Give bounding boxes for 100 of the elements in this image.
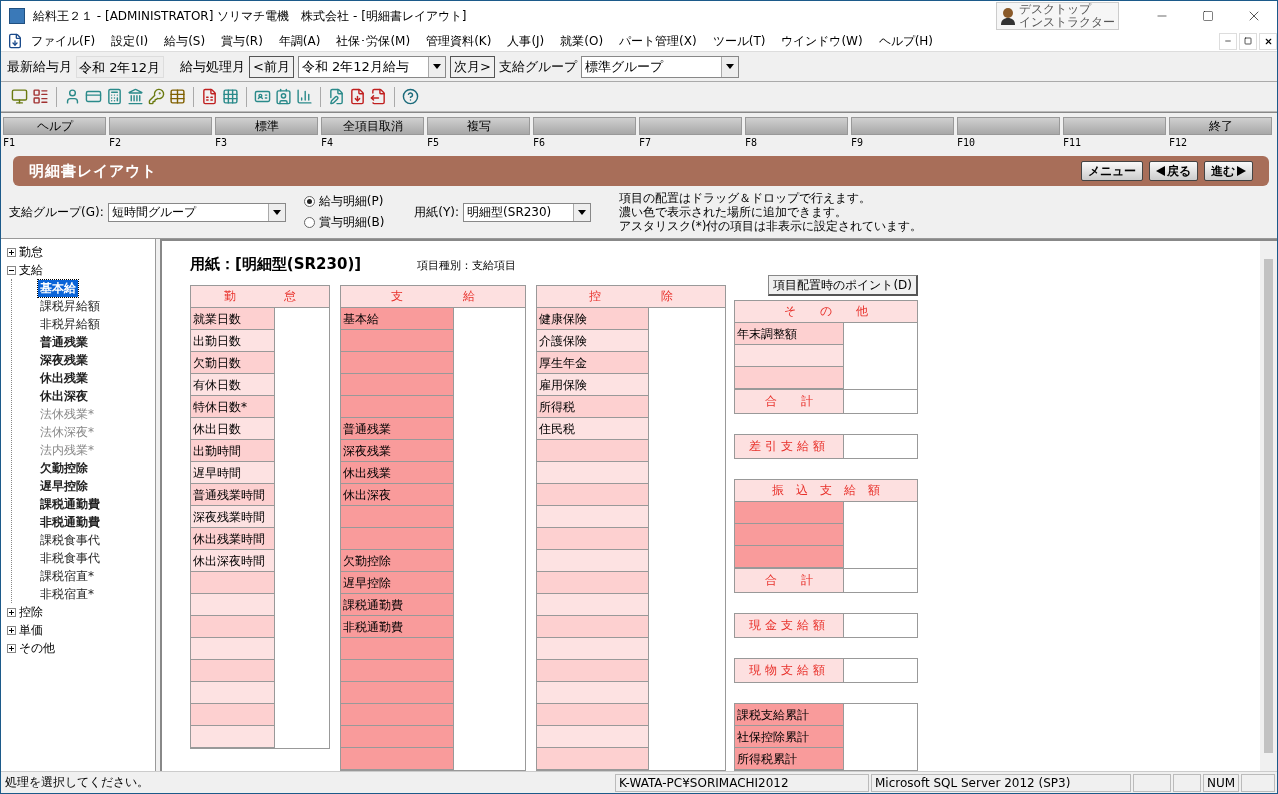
period-dropdown[interactable]: 令和 2年12月給与 [297, 55, 446, 78]
tree-item[interactable]: 深夜残業 [38, 351, 90, 369]
nav-button[interactable]: メニュー [1081, 161, 1143, 181]
tree-item[interactable]: 控除 [7, 603, 155, 621]
group-dropdown[interactable]: 短時間グループ [107, 202, 286, 222]
expand-icon[interactable] [7, 607, 16, 617]
list-icon[interactable] [32, 88, 49, 105]
key-label: F3 [215, 137, 229, 148]
close-button[interactable] [1259, 32, 1277, 50]
minimize-icon [1224, 37, 1232, 45]
tree-item[interactable]: 勤怠 [7, 243, 155, 261]
function-key-button[interactable] [639, 117, 742, 135]
file-download-icon[interactable] [349, 88, 366, 105]
app-menu-icon[interactable] [7, 33, 23, 49]
vertical-scrollbar[interactable] [1260, 241, 1277, 771]
nav-button[interactable]: 戻る [1149, 161, 1198, 181]
function-key-button[interactable]: 複写 [427, 117, 530, 135]
menu-item[interactable]: ヘルプ(H) [870, 32, 942, 50]
help-icon[interactable] [402, 88, 419, 105]
menu-item[interactable]: 就業(O) [552, 32, 612, 50]
function-key-button[interactable]: ヘルプ [3, 117, 106, 135]
menu-item[interactable]: 給与(S) [156, 32, 214, 50]
layout-item: 就業日数 [191, 308, 274, 330]
menu-item[interactable]: 年調(A) [270, 32, 329, 50]
grid-icon[interactable] [222, 88, 239, 105]
tree-item[interactable]: 非税宿直* [38, 585, 96, 603]
tree-item[interactable]: 休出深夜 [38, 387, 90, 405]
tree-item[interactable]: 非税食事代 [38, 549, 102, 567]
tips-button[interactable]: 項目配置時のポイント(D) [768, 275, 918, 296]
calculator-icon[interactable] [106, 88, 123, 105]
field-label: 支給グループ(G): [9, 203, 104, 221]
tree-item[interactable]: 課税昇給額 [38, 297, 102, 315]
field-label: 用紙(Y): [414, 203, 460, 221]
menu-item[interactable]: 社保･労保(M) [328, 32, 419, 50]
tree-item[interactable]: 休出残業 [38, 369, 90, 387]
tree-item[interactable]: 課税宿直* [38, 567, 96, 585]
statement-radio[interactable]: 賞与明細(B) [303, 214, 385, 231]
id-card-icon[interactable] [254, 88, 271, 105]
collapse-icon[interactable] [7, 265, 16, 275]
nav-button[interactable]: 進む [1204, 161, 1253, 181]
contact-card-icon[interactable] [275, 88, 292, 105]
left-triangle-icon [1156, 166, 1165, 176]
paper-dropdown[interactable]: 明細型(SR230) [463, 202, 592, 222]
previous-month-button[interactable]: <前月 [249, 55, 294, 78]
spreadsheet-icon[interactable] [201, 88, 218, 105]
expand-icon[interactable] [7, 643, 16, 653]
tree-item[interactable]: 法休残業* [38, 405, 96, 423]
amount-label: 現金支給額 [735, 614, 844, 637]
tree-item[interactable]: 法内残業* [38, 441, 96, 459]
function-key-button[interactable] [109, 117, 212, 135]
table-icon[interactable] [169, 88, 186, 105]
function-key-button[interactable]: 全項目取消 [321, 117, 424, 135]
key-icon[interactable] [148, 88, 165, 105]
menu-item[interactable]: ツール(T) [704, 32, 774, 50]
function-key-button[interactable]: 標準 [215, 117, 318, 135]
layout-item: 有休日数 [191, 374, 274, 396]
menu-item[interactable]: 設定(I) [103, 32, 157, 50]
statement-radio[interactable]: 給与明細(P) [303, 193, 385, 210]
tree-item[interactable]: 普通残業 [38, 333, 90, 351]
tree-item[interactable]: 支給 [7, 261, 155, 279]
menu-item[interactable]: ファイル(F) [23, 32, 104, 50]
tree-item[interactable]: 法休深夜* [38, 423, 96, 441]
tree-item[interactable]: 非税通勤費 [38, 513, 102, 531]
function-key-button[interactable] [851, 117, 954, 135]
tree-item[interactable]: 基本給 [38, 279, 78, 297]
file-edit-icon[interactable] [328, 88, 345, 105]
monitor-icon[interactable] [11, 88, 28, 105]
tree-item[interactable]: 課税食事代 [38, 531, 102, 549]
function-key-button[interactable] [1063, 117, 1166, 135]
tree-item[interactable]: その他 [7, 639, 155, 657]
function-key-button[interactable] [533, 117, 636, 135]
menu-item[interactable]: 賞与(R) [213, 32, 271, 50]
function-key-button[interactable] [745, 117, 848, 135]
menu-item[interactable]: パート管理(X) [611, 32, 705, 50]
layout-item: 欠勤控除 [341, 550, 453, 572]
function-key-button[interactable]: 終了 [1169, 117, 1272, 135]
next-month-button[interactable]: 次月> [449, 55, 495, 78]
function-key-button[interactable] [957, 117, 1060, 135]
group-dropdown[interactable]: 標準グループ [580, 55, 739, 78]
assistant-button[interactable]: デスクトップ インストラクター [996, 2, 1119, 30]
maximize-icon [1202, 10, 1214, 22]
file-export-icon[interactable] [370, 88, 387, 105]
key-label: F10 [957, 137, 977, 148]
key-label: F6 [533, 137, 547, 148]
tree-item[interactable]: 単価 [7, 621, 155, 639]
menu-item[interactable]: 人事(J) [499, 32, 553, 50]
bar-chart-icon[interactable] [296, 88, 313, 105]
menu-item[interactable]: 管理資料(K) [418, 32, 500, 50]
expand-icon[interactable] [7, 247, 16, 257]
person-icon[interactable] [64, 88, 81, 105]
minimize-button[interactable] [1219, 32, 1237, 50]
bank-icon[interactable] [127, 88, 144, 105]
menu-item[interactable]: ウインドウ(W) [773, 32, 871, 50]
tree-item[interactable]: 欠勤控除 [38, 459, 90, 477]
tree-item[interactable]: 非税昇給額 [38, 315, 102, 333]
panel-header: そ の 他 [735, 301, 917, 323]
tree-item[interactable]: 遅早控除 [38, 477, 90, 495]
expand-icon[interactable] [7, 625, 16, 635]
tree-item[interactable]: 課税通勤費 [38, 495, 102, 513]
card-icon[interactable] [85, 88, 102, 105]
